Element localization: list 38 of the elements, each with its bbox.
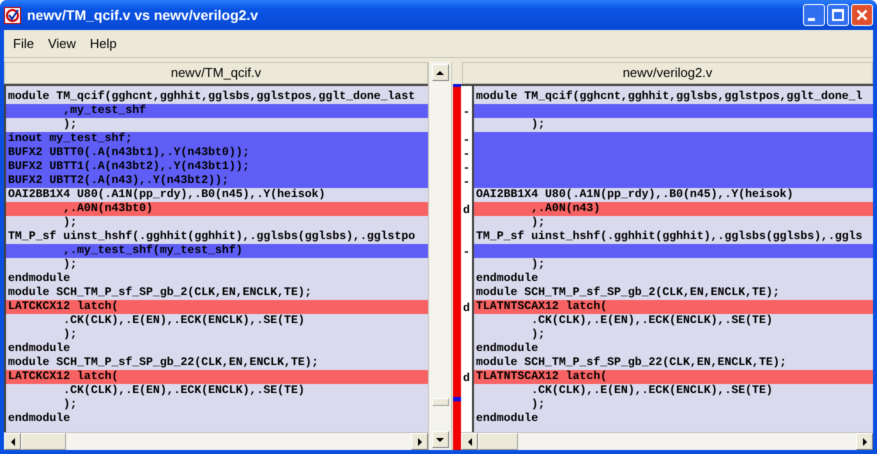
scrollbar-thumb[interactable] [432,398,449,406]
pane-header: newv/TM_qcif.v [4,62,428,84]
scroll-right-button[interactable] [411,433,428,450]
menu-item[interactable]: Help [84,34,122,54]
scroll-left-button[interactable] [4,433,21,450]
diff-marker: - [463,162,470,175]
right-arrow-icon [416,436,424,446]
close-button[interactable] [851,4,873,26]
menu-item[interactable]: File [8,34,39,54]
left-arrow-icon [8,436,16,446]
minimize-button[interactable] [803,4,825,26]
diff-marker: - [463,246,470,259]
diff-marker: - [463,134,470,147]
scroll-down-button[interactable] [432,431,448,448]
right-arrow-icon [860,436,868,446]
scrollbar-thumb[interactable] [21,433,66,450]
pane-header: newv/verilog2.v [462,62,873,84]
horizontal-scrollbar[interactable] [4,432,428,450]
vertical-scrollbar[interactable] [428,62,452,450]
scroll-right-button[interactable] [856,433,873,450]
diff-marker: - [463,106,470,119]
menu-item[interactable]: View [42,34,81,54]
app-icon [4,6,21,24]
maximize-button[interactable] [827,4,849,26]
scroll-up-button[interactable] [432,64,448,81]
left-arrow-icon [466,436,474,446]
diff-marker: d [463,204,470,217]
scrollbar-thumb[interactable] [478,433,518,450]
down-arrow-icon [435,436,445,444]
up-arrow-icon [435,68,445,76]
diff-marker: - [463,176,470,189]
diff-marker: d [463,372,470,385]
diff-marker: - [463,148,470,161]
scroll-left-button[interactable] [461,433,478,450]
close-icon [856,9,868,21]
horizontal-scrollbar[interactable] [461,432,873,450]
window-title: newv/TM_qcif.v vs newv/verilog2.v [27,6,258,25]
diff-marker: d [463,302,470,315]
